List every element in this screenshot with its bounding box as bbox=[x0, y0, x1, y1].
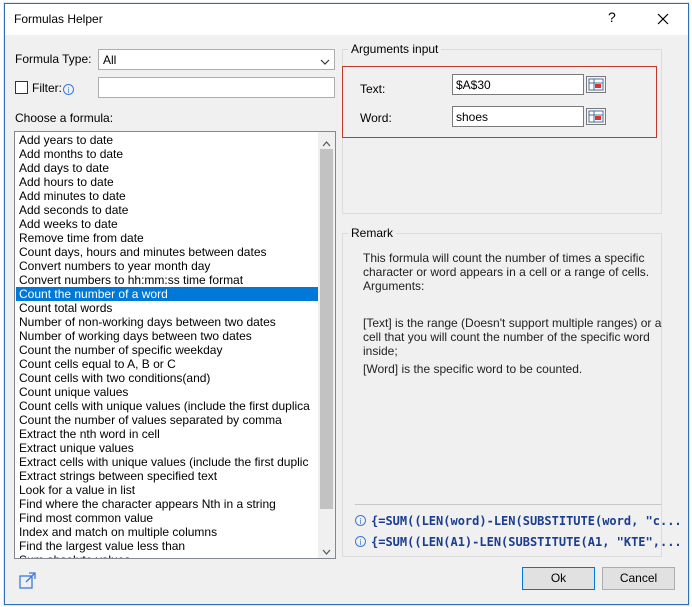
formula-list-item[interactable]: Add weeks to date bbox=[16, 217, 318, 231]
formula-list-item[interactable]: Count the number of values separated by … bbox=[16, 413, 318, 427]
formula-list-item[interactable]: Count the number of a word bbox=[16, 287, 318, 301]
formula-list-item[interactable]: Sum absolute values bbox=[16, 553, 318, 558]
formula-list-item[interactable]: Count the number of specific weekday bbox=[16, 343, 318, 357]
info-icon: i bbox=[355, 515, 366, 526]
formula-list-item[interactable]: Number of working days between two dates bbox=[16, 329, 318, 343]
formula-list-item[interactable]: Extract the nth word in cell bbox=[16, 427, 318, 441]
example-formula-1[interactable]: {=SUM((LEN(word)-LEN(SUBSTITUTE(word, "c… bbox=[371, 514, 682, 528]
external-link-icon[interactable] bbox=[19, 572, 37, 593]
formula-list-item[interactable]: Count cells with two conditions(and) bbox=[16, 371, 318, 385]
formula-list-item[interactable]: Convert numbers to hh:mm:ss time format bbox=[16, 273, 318, 287]
formula-list-item[interactable]: Index and match on multiple columns bbox=[16, 525, 318, 539]
remark-word-arg: [Word] is the specific word to be counte… bbox=[363, 362, 583, 376]
formula-list-item[interactable]: Remove time from date bbox=[16, 231, 318, 245]
chevron-down-icon bbox=[320, 55, 330, 69]
word-arg-input[interactable]: shoes bbox=[452, 106, 584, 127]
formula-list-item[interactable]: Count cells equal to A, B or C bbox=[16, 357, 318, 371]
arguments-group-title: Arguments input bbox=[348, 42, 442, 56]
formula-list-item[interactable]: Add months to date bbox=[16, 147, 318, 161]
vertical-scrollbar[interactable] bbox=[318, 132, 335, 558]
range-select-icon bbox=[588, 110, 604, 123]
formula-type-label: Formula Type: bbox=[15, 52, 92, 66]
formulas-helper-dialog: Formulas Helper ? Formula Type: All Filt… bbox=[4, 3, 689, 605]
formula-list-item[interactable]: Find most common value bbox=[16, 511, 318, 525]
formula-list-item[interactable]: Add years to date bbox=[16, 133, 318, 147]
filter-label: Filter: bbox=[32, 81, 62, 95]
formula-list-item[interactable]: Convert numbers to year month day bbox=[16, 259, 318, 273]
formula-list-item[interactable]: Count days, hours and minutes between da… bbox=[16, 245, 318, 259]
scroll-up-arrow-icon[interactable] bbox=[322, 136, 331, 150]
formula-list-item[interactable]: Add days to date bbox=[16, 161, 318, 175]
formula-list-item[interactable]: Extract strings between specified text bbox=[16, 469, 318, 483]
formula-list-item[interactable]: Extract cells with unique values (includ… bbox=[16, 455, 318, 469]
formula-list-item[interactable]: Add minutes to date bbox=[16, 189, 318, 203]
formula-list-item[interactable]: Look for a value in list bbox=[16, 483, 318, 497]
text-range-select-button[interactable] bbox=[586, 76, 606, 93]
word-range-select-button[interactable] bbox=[586, 108, 606, 125]
text-arg-value: $A$30 bbox=[456, 78, 491, 92]
remark-group-title: Remark bbox=[348, 226, 397, 240]
ok-button[interactable]: Ok bbox=[522, 567, 595, 590]
formula-list-item[interactable]: Number of non-working days between two d… bbox=[16, 315, 318, 329]
formula-list-item[interactable]: Find where the character appears Nth in … bbox=[16, 497, 318, 511]
formula-list-item[interactable]: Count total words bbox=[16, 301, 318, 315]
text-arg-label: Text: bbox=[360, 82, 386, 96]
formula-list-item[interactable]: Find the largest value less than bbox=[16, 539, 318, 553]
help-button[interactable]: ? bbox=[608, 9, 616, 25]
formula-list-items: Add years to date Add months to date Add d… bbox=[16, 133, 318, 558]
range-select-icon bbox=[588, 78, 604, 91]
example-formula-2[interactable]: {=SUM((LEN(A1)-LEN(SUBSTITUTE(A1, "KTE",… bbox=[371, 535, 682, 549]
word-arg-value: shoes bbox=[456, 110, 489, 124]
formula-type-value: All bbox=[103, 53, 117, 67]
word-arg-label: Word: bbox=[360, 111, 392, 125]
cancel-button[interactable]: Cancel bbox=[602, 567, 675, 590]
info-icon[interactable]: i bbox=[63, 84, 74, 95]
close-icon bbox=[657, 13, 669, 25]
formula-list-item[interactable]: Add seconds to date bbox=[16, 203, 318, 217]
formula-list-item[interactable]: Extract unique values bbox=[16, 441, 318, 455]
formula-list[interactable]: Add years to date Add months to date Add d… bbox=[14, 131, 336, 559]
text-arg-input[interactable]: $A$30 bbox=[452, 74, 584, 95]
remark-text-arg: [Text] is the range (Doesn't support mul… bbox=[363, 316, 662, 358]
remark-separator bbox=[355, 504, 661, 505]
formula-list-item[interactable]: Count unique values bbox=[16, 385, 318, 399]
scrollbar-thumb[interactable] bbox=[320, 149, 333, 509]
remark-description: This formula will count the number of ti… bbox=[363, 251, 650, 293]
title-bar: Formulas Helper ? bbox=[5, 4, 688, 35]
formula-type-select[interactable]: All bbox=[98, 49, 335, 70]
info-icon: i bbox=[355, 536, 366, 547]
window-title: Formulas Helper bbox=[14, 12, 103, 26]
formula-list-item[interactable]: Count cells with unique values (include … bbox=[16, 399, 318, 413]
formula-list-item[interactable]: Add hours to date bbox=[16, 175, 318, 189]
choose-formula-label: Choose a formula: bbox=[15, 111, 114, 125]
filter-input[interactable] bbox=[98, 77, 335, 98]
scroll-down-arrow-icon[interactable] bbox=[322, 544, 331, 558]
close-button[interactable] bbox=[649, 5, 677, 33]
filter-checkbox[interactable] bbox=[15, 81, 28, 94]
